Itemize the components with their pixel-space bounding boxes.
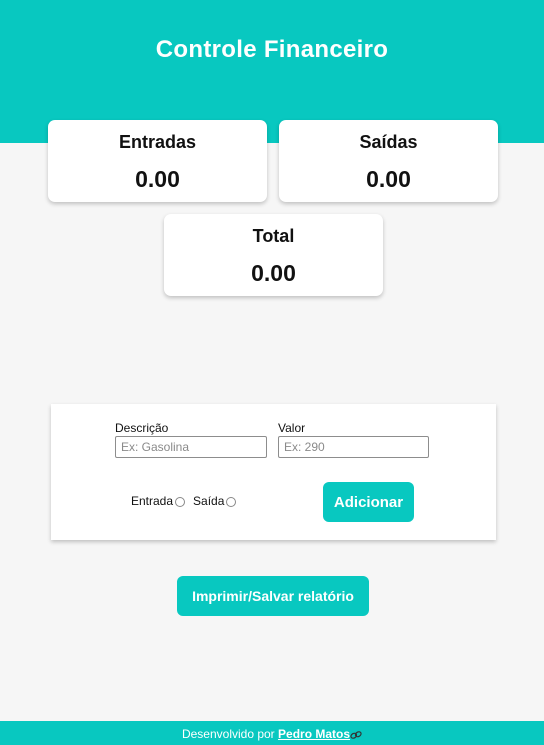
- radio-entrada[interactable]: [175, 497, 186, 507]
- total-value: 0.00: [251, 260, 296, 286]
- total-label: Total: [252, 226, 295, 246]
- saidas-card: Saídas 0.00: [279, 120, 498, 202]
- type-radio-group: Entrada Saída: [131, 494, 244, 508]
- radio-saida-label: Saída: [193, 494, 225, 508]
- author-link[interactable]: Pedro Matos: [278, 727, 350, 741]
- saidas-label: Saídas: [359, 132, 418, 152]
- footer: Desenvolvido por Pedro Matos: [0, 721, 544, 745]
- valor-label: Valor: [278, 421, 306, 435]
- total-card: Total 0.00: [164, 214, 383, 296]
- app-title: Controle Financeiro: [155, 36, 389, 63]
- print-report-button[interactable]: Imprimir/Salvar relatório: [177, 576, 369, 616]
- saidas-value: 0.00: [366, 166, 411, 192]
- transaction-form: Descrição Valor Entrada Saída Adicionar: [51, 404, 496, 540]
- add-button[interactable]: Adicionar: [323, 482, 414, 522]
- radio-entrada-label: Entrada: [131, 494, 174, 508]
- descricao-input[interactable]: [115, 436, 267, 458]
- entradas-value: 0.00: [135, 166, 180, 192]
- entradas-card: Entradas 0.00: [48, 120, 267, 202]
- valor-input[interactable]: [278, 436, 429, 458]
- radio-saida[interactable]: [226, 497, 237, 507]
- link-icon: [350, 731, 362, 739]
- descricao-label: Descrição: [115, 421, 169, 435]
- footer-prefix: Desenvolvido por: [181, 727, 275, 741]
- entradas-label: Entradas: [118, 132, 197, 152]
